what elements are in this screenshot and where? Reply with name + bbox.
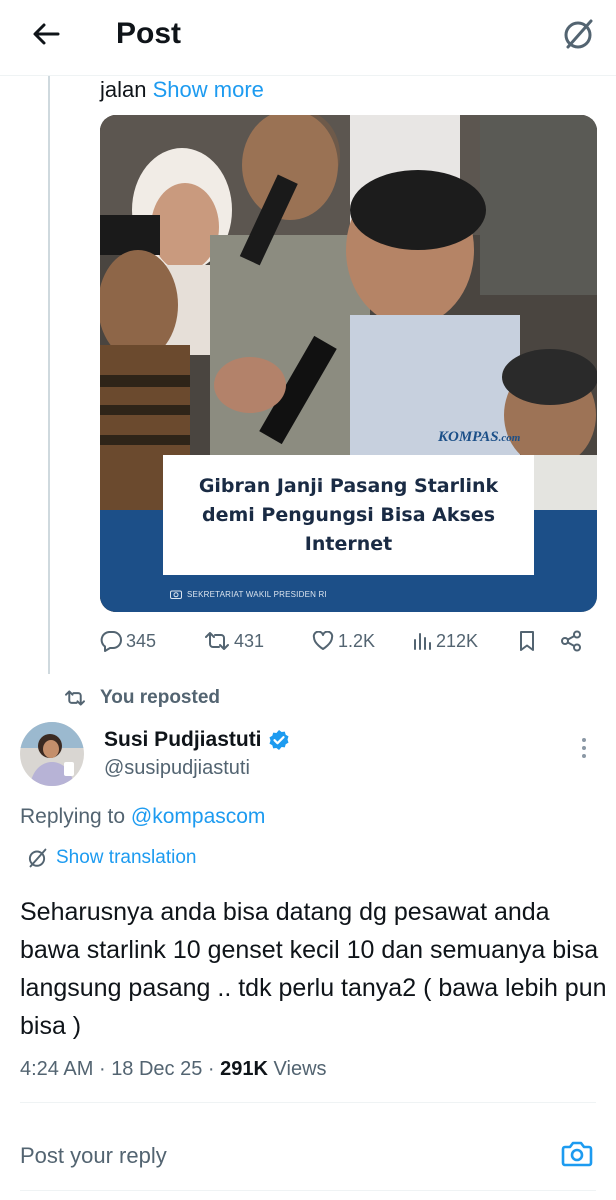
more-dot-icon — [582, 754, 586, 758]
post-time[interactable]: 4:24 AM — [20, 1058, 93, 1080]
post-views-count[interactable]: 291K — [220, 1058, 268, 1080]
reply-button[interactable]: 345 — [100, 624, 156, 658]
quoted-post-text-tail: jalan — [100, 77, 147, 102]
reply-input[interactable] — [20, 1138, 540, 1174]
replying-to: Replying to @kompascom — [20, 803, 265, 831]
news-headline-box: Gibran Janji Pasang Starlink demi Pengun… — [163, 455, 534, 575]
bookmark-icon — [520, 631, 534, 651]
post-metadata: 4:24 AM · 18 Dec 25 · 291K Views — [20, 1055, 327, 1083]
meta-separator: · — [207, 1058, 215, 1080]
divider — [20, 1102, 596, 1103]
repost-indicator: You reposted — [64, 684, 220, 712]
translate-button[interactable] — [558, 14, 598, 54]
arrow-left-icon — [33, 23, 60, 45]
photo-credit: SEKRETARIAT WAKIL PRESIDEN RI — [170, 589, 327, 599]
heart-icon — [312, 631, 334, 650]
back-button[interactable] — [26, 16, 66, 52]
repost-icon — [65, 690, 85, 706]
post-action-bar: 345 431 1.2K 212K — [100, 624, 590, 658]
repost-icon — [205, 632, 229, 650]
author-name-text: Susi Pudjiastuti — [104, 728, 262, 751]
author-name[interactable]: Susi Pudjiastuti — [104, 726, 290, 754]
show-more-link[interactable]: Show more — [153, 77, 264, 102]
news-headline: Gibran Janji Pasang Starlink demi Pengun… — [198, 474, 499, 555]
kompas-logo-suffix: .com — [498, 432, 521, 444]
more-options-button[interactable] — [576, 734, 592, 762]
meta-separator: · — [98, 1058, 106, 1080]
more-dot-icon — [582, 738, 586, 742]
show-translation-link[interactable]: Show translation — [26, 845, 196, 871]
camera-icon — [561, 1141, 593, 1167]
post-body-text: Seharusnya anda bisa datang dg pesawat a… — [20, 898, 607, 1040]
views-count: 212K — [436, 630, 479, 651]
views-button[interactable]: 212K — [412, 624, 478, 658]
kompas-logo-text: KOMPAS — [438, 429, 499, 445]
avatar-image — [20, 722, 84, 786]
kompas-logo: KOMPAS.com — [438, 429, 520, 446]
camera-small-icon — [170, 590, 182, 599]
repost-label: You reposted — [100, 687, 220, 708]
like-button[interactable]: 1.2K — [312, 624, 375, 658]
author-handle[interactable]: @susipudjiastuti — [104, 755, 250, 781]
repost-count: 431 — [234, 630, 265, 651]
post-views-label: Views — [273, 1058, 327, 1080]
thread-connector-line — [48, 76, 50, 674]
top-app-bar: Post — [0, 0, 616, 76]
divider — [20, 1190, 596, 1191]
avatar[interactable] — [20, 722, 84, 786]
reply-count: 345 — [126, 630, 157, 651]
verified-badge-icon — [269, 730, 289, 750]
more-dot-icon — [582, 746, 586, 750]
reply-bubble-icon — [100, 631, 122, 652]
like-count: 1.2K — [338, 630, 376, 651]
photo-credit-text: SEKRETARIAT WAKIL PRESIDEN RI — [187, 589, 327, 599]
globe-translate-icon — [564, 19, 593, 49]
camera-button[interactable] — [560, 1136, 594, 1170]
bar-chart-icon — [414, 633, 431, 650]
replying-prefix: Replying to — [20, 805, 126, 828]
post-date[interactable]: 18 Dec 25 — [111, 1058, 202, 1080]
post-media-image[interactable]: KOMPAS.com Gibran Janji Pasang Starlink … — [100, 115, 597, 612]
share-button[interactable] — [560, 624, 582, 658]
page-title: Post — [116, 17, 182, 50]
replying-mention-link[interactable]: @kompascom — [131, 805, 266, 828]
show-translation-label: Show translation — [56, 847, 197, 868]
globe-translate-icon — [28, 848, 47, 868]
repost-button[interactable]: 431 — [204, 624, 264, 658]
bookmark-button[interactable] — [518, 624, 536, 658]
share-icon — [561, 630, 581, 652]
quoted-post-text: jalan Show more — [100, 74, 264, 106]
